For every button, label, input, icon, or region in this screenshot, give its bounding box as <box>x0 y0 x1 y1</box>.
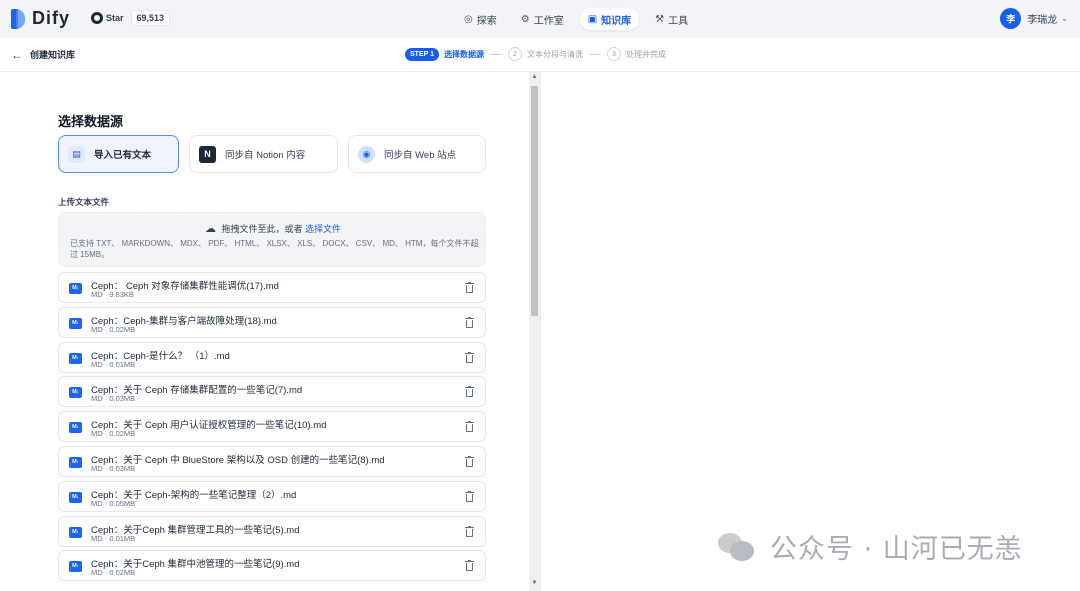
section-title: 选择数据源 <box>58 114 124 129</box>
main-nav: ◎ 探索 ⚙ 工作室 ▣ 知识库 ⚒ 工具 <box>456 8 696 30</box>
page-title: 创建知识库 <box>30 50 76 60</box>
source-option-label: 导入已有文本 <box>94 150 152 161</box>
file-meta: MD · 0.02MB <box>91 324 136 334</box>
scroll-down-icon[interactable]: ▼ <box>530 580 539 586</box>
tools-icon: ⚒ <box>655 13 665 25</box>
arrow-left-icon: ← <box>11 47 23 62</box>
top-navbar: Dify Star 69,513 ◎ 探索 ⚙ 工作室 ▣ 知识库 ⚒ 工具 李… <box>0 0 1080 38</box>
nav-studio-label: 工作室 <box>533 15 564 27</box>
file-icon: ▤ <box>68 145 85 163</box>
studio-icon: ⚙ <box>520 13 530 25</box>
wechat-icon <box>716 529 756 565</box>
markdown-file-icon: M↓ <box>69 283 82 294</box>
nav-explore-label: 探索 <box>476 15 497 27</box>
file-list: M↓ Ceph： Ceph 对象存储集群性能调优(17).md MD · 9.83K… <box>58 272 486 585</box>
file-item[interactable]: M↓ Ceph：关于 Ceph 中 BlueStore 架构以及 OSD 创建的一… <box>58 445 486 477</box>
drop-text: 拖拽文件至此，或者 <box>221 224 303 234</box>
preview-panel <box>540 72 1080 591</box>
file-meta: MD · 0.03MB <box>91 394 136 404</box>
watermark-text: 公众号 · 山河已无恙 <box>770 534 1023 565</box>
trash-icon[interactable] <box>465 525 474 537</box>
step-divider <box>589 53 601 55</box>
dify-logo-icon <box>11 8 25 29</box>
explore-icon: ◎ <box>464 13 473 25</box>
step1-badge: STEP 1 <box>405 47 439 61</box>
trash-icon[interactable] <box>465 421 474 433</box>
markdown-file-icon: M↓ <box>69 491 82 503</box>
supported-formats: 已支持 TXT、 MARKDOWN、 MDX、 PDF、 HTML、 XLSX、… <box>70 239 479 259</box>
nav-knowledge[interactable]: ▣ 知识库 <box>579 8 640 30</box>
file-meta: MD · 0.02MB <box>91 429 136 439</box>
file-meta: MD · 9.83KB <box>91 290 134 299</box>
markdown-file-icon: M↓ <box>69 352 82 364</box>
trash-icon[interactable] <box>465 455 474 467</box>
datasource-panel: 选择数据源 ▤ 导入已有文本 N 同步自 Notion 内容 ◉ 同步自 Web… <box>0 72 540 591</box>
file-meta: MD · 0.02MB <box>91 568 136 578</box>
step-header: ← 创建知识库 STEP 1 选择数据源 2 文本分段与清洗 3 处理并完成 <box>0 38 1080 72</box>
source-option-notion[interactable]: N 同步自 Notion 内容 <box>189 135 338 173</box>
step3-number: 3 <box>607 47 621 61</box>
github-star-button[interactable]: Star 69,513 <box>91 10 171 26</box>
logo-text: Dify <box>32 8 71 28</box>
nav-tools-label: 工具 <box>668 15 689 27</box>
trash-icon[interactable] <box>465 282 474 293</box>
file-meta: MD · 0.03MB <box>91 463 136 473</box>
notion-icon: N <box>199 145 216 163</box>
source-option-label: 同步自 Notion 内容 <box>225 150 306 161</box>
source-option-file[interactable]: ▤ 导入已有文本 <box>58 135 179 173</box>
cloud-upload-icon: ☁ <box>204 223 216 235</box>
dify-logo[interactable]: Dify <box>11 8 70 29</box>
github-icon <box>91 12 103 24</box>
scroll-up-icon[interactable]: ▲ <box>530 74 539 80</box>
nav-explore[interactable]: ◎ 探索 <box>456 8 505 30</box>
nav-studio[interactable]: ⚙ 工作室 <box>513 8 572 30</box>
back-button[interactable]: ← 创建知识库 <box>11 48 75 61</box>
file-dropzone[interactable]: ☁ 拖拽文件至此，或者 选择文件 已支持 TXT、 MARKDOWN、 MDX、… <box>58 212 486 267</box>
star-count: 69,513 <box>130 10 171 26</box>
nav-tools[interactable]: ⚒ 工具 <box>647 8 696 30</box>
markdown-file-icon: M↓ <box>69 387 82 399</box>
file-meta: MD · 0.01MB <box>91 533 136 543</box>
source-option-web[interactable]: ◉ 同步自 Web 站点 <box>348 135 486 173</box>
step1-label: 选择数据源 <box>444 49 484 59</box>
markdown-file-icon: M↓ <box>69 561 82 573</box>
scrollbar-thumb[interactable] <box>531 86 538 316</box>
star-label: Star <box>106 13 124 23</box>
trash-icon[interactable] <box>465 351 474 363</box>
web-icon: ◉ <box>358 145 375 163</box>
avatar: 李 <box>1000 8 1022 29</box>
file-item[interactable]: M↓ Ceph：Ceph-集群与客户端故障处理(18).md MD · 0.02MB <box>58 306 486 338</box>
markdown-file-icon: M↓ <box>69 317 82 329</box>
file-meta: MD · 0.05MB <box>91 498 136 508</box>
markdown-file-icon: M↓ <box>69 456 82 468</box>
source-option-label: 同步自 Web 站点 <box>384 150 457 161</box>
step-indicator: STEP 1 选择数据源 2 文本分段与清洗 3 处理并完成 <box>405 47 666 61</box>
knowledge-icon: ▣ <box>587 13 598 25</box>
file-item[interactable]: M↓ Ceph：关于 Ceph 用户认证授权管理的一些笔记(10).md MD · … <box>58 411 486 443</box>
trash-icon[interactable] <box>465 560 474 572</box>
trash-icon[interactable] <box>465 490 474 502</box>
watermark: 公众号 · 山河已无恙 <box>716 527 1023 566</box>
markdown-file-icon: M↓ <box>69 422 82 434</box>
trash-icon[interactable] <box>465 316 474 328</box>
file-item[interactable]: M↓ Ceph： Ceph 对象存储集群性能调优(17).md MD · 9.83K… <box>58 272 486 303</box>
file-item[interactable]: M↓ Ceph：关于 Ceph-架构的一些笔记整理（2）.md MD · 0.05M… <box>58 480 486 512</box>
select-file-link[interactable]: 选择文件 <box>305 224 341 234</box>
file-item[interactable]: M↓ Ceph：Ceph-是什么？ （1）.md MD · 0.01MB <box>58 341 486 373</box>
user-name: 李瑞龙 <box>1027 15 1058 26</box>
file-item[interactable]: M↓ Ceph：关于 Ceph 存储集群配置的一些笔记(7).md MD · 0.0… <box>58 376 486 408</box>
trash-icon[interactable] <box>465 386 474 398</box>
user-menu[interactable]: 李 李瑞龙 ⌄ <box>1000 8 1068 29</box>
step3-label: 处理并完成 <box>626 49 666 59</box>
chevron-down-icon: ⌄ <box>1061 14 1068 23</box>
file-meta: MD · 0.01MB <box>91 359 136 369</box>
step2-number: 2 <box>508 47 522 61</box>
step-divider <box>490 53 502 55</box>
step2-label: 文本分段与清洗 <box>527 49 583 59</box>
file-item[interactable]: M↓ Ceph：关于Ceph 集群管理工具的一些笔记(5).md MD · 0.01… <box>58 515 486 547</box>
nav-knowledge-label: 知识库 <box>601 15 632 27</box>
file-item[interactable]: M↓ Ceph：关于Ceph 集群中池管理的一些笔记(9).md MD · 0.02… <box>58 550 486 582</box>
markdown-file-icon: M↓ <box>69 526 82 538</box>
upload-label: 上传文本文件 <box>58 197 110 207</box>
